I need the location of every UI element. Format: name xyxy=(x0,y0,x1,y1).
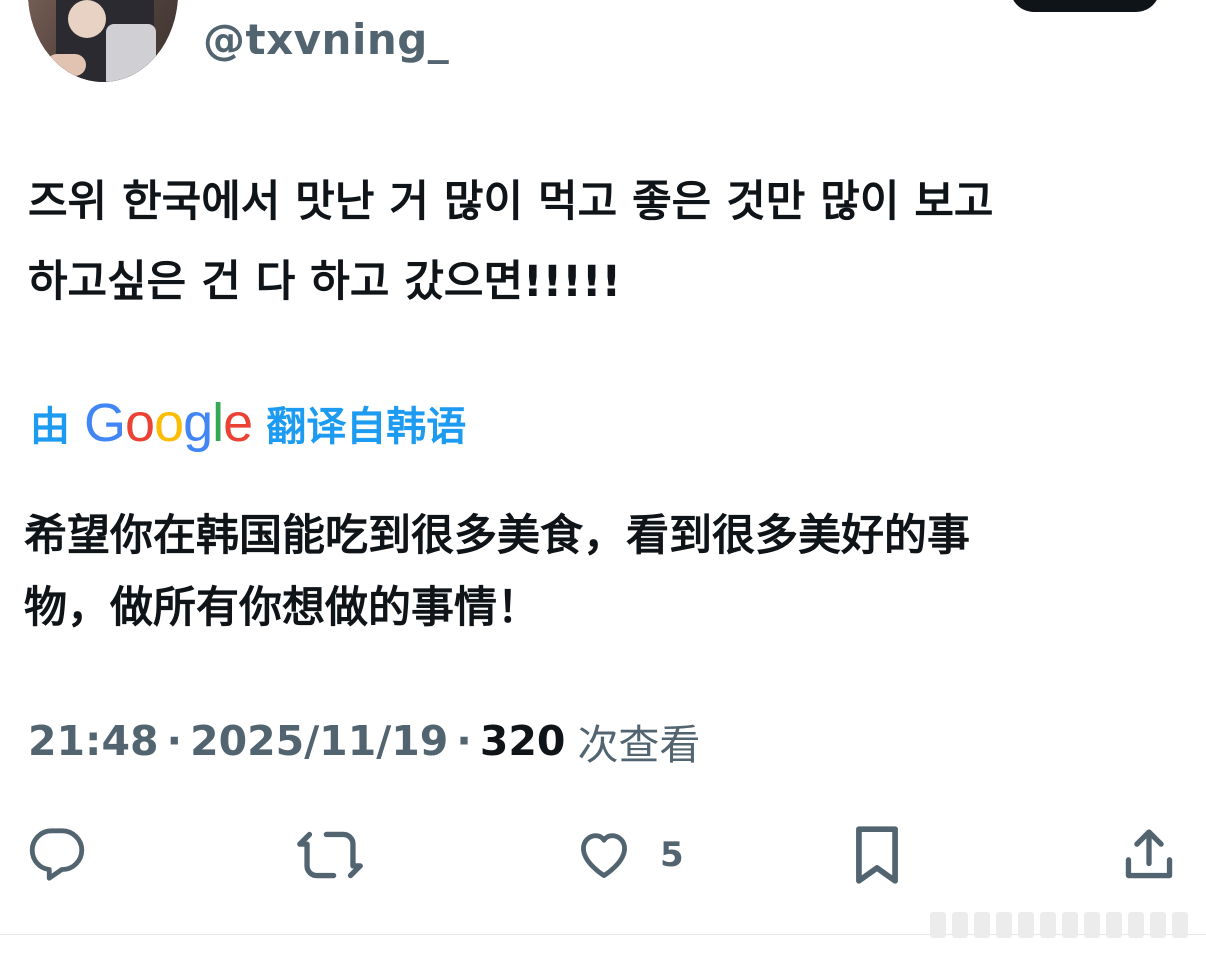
translation-prefix: 由 xyxy=(30,404,70,450)
share-button[interactable] xyxy=(1120,820,1178,890)
meta-separator: · xyxy=(456,717,472,765)
bookmark-button[interactable] xyxy=(850,820,904,890)
tweet-text: 즈위 한국에서 맛난 거 많이 먹고 좋은 것만 많이 보고 하고싶은 건 다 … xyxy=(28,162,1188,322)
translation-attribution[interactable]: 由 Google 翻译自韩语 xyxy=(30,392,466,454)
avatar-hand xyxy=(46,54,86,76)
views-count[interactable]: 320 xyxy=(480,717,566,765)
tweet-text-line: 하고싶은 건 다 하고 갔으면!!!!! xyxy=(28,257,622,307)
translated-text-line: 希望你在韩国能吃到很多美食，看到很多美好的事 xyxy=(24,511,970,561)
retweet-icon xyxy=(297,831,363,879)
meta-separator: · xyxy=(166,717,183,765)
tweet-date[interactable]: 2025/11/19 xyxy=(190,717,448,765)
translated-text: 希望你在韩国能吃到很多美食，看到很多美好的事 物，做所有你想做的事情！ xyxy=(24,500,1184,644)
tweet-time[interactable]: 21:48 xyxy=(28,717,159,765)
action-bar: 5 xyxy=(0,820,1206,890)
follow-button[interactable] xyxy=(1010,0,1160,12)
heart-icon xyxy=(581,833,627,878)
retweet-button[interactable] xyxy=(296,820,364,890)
google-logo: Google xyxy=(84,393,253,453)
bookmark-icon xyxy=(856,826,898,884)
like-count: 5 xyxy=(660,835,684,875)
author-handle[interactable]: @txvning_ xyxy=(203,10,449,70)
watermark xyxy=(930,906,1198,942)
translated-text-line: 物，做所有你想做的事情！ xyxy=(24,583,540,633)
share-icon xyxy=(1125,829,1173,879)
avatar-shirt xyxy=(106,24,156,82)
like-button[interactable]: 5 xyxy=(574,820,684,890)
reply-icon xyxy=(29,828,85,881)
views-label: 次查看 xyxy=(577,721,701,769)
tweet-text-line: 즈위 한국에서 맛난 거 많이 먹고 좋은 것만 많이 보고 xyxy=(28,177,994,227)
avatar-face xyxy=(68,0,106,38)
author-avatar[interactable] xyxy=(28,0,178,82)
tweet-meta: 21:48 · 2025/11/19 · 320 次查看 xyxy=(28,710,700,772)
reply-button[interactable] xyxy=(28,820,86,890)
translation-suffix: 翻译自韩语 xyxy=(266,404,467,450)
